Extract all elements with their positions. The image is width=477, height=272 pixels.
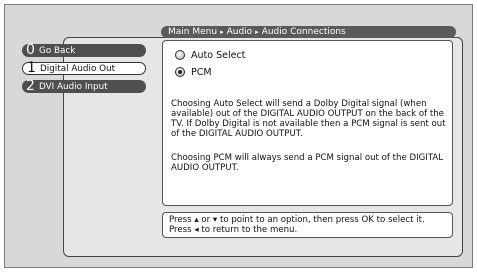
breadcrumb-audio-connections: Audio Connections (261, 27, 346, 37)
option-label: Auto Select (191, 49, 246, 61)
option-auto-select[interactable]: Auto Select (175, 48, 245, 62)
breadcrumb: Main Menu ▸ Audio ▸ Audio Connections (161, 26, 456, 38)
breadcrumb-main-menu: Main Menu (168, 27, 218, 37)
radio-button-icon[interactable] (175, 50, 185, 60)
breadcrumb-audio: Audio (226, 27, 253, 37)
breadcrumb-separator: ▸ (220, 28, 224, 36)
menu-item-go-back[interactable]: 0 Go Back (22, 42, 146, 58)
menu-item-number: 1 (27, 60, 36, 76)
menu-item-dvi-audio-input[interactable]: 2 DVI Audio Input (22, 78, 146, 94)
breadcrumb-separator: ▸ (255, 28, 259, 36)
description-auto-select: Choosing Auto Select will send a Dolby D… (171, 99, 446, 139)
menu-item-label: Digital Audio Out (40, 63, 116, 74)
menu-item-number: 0 (26, 42, 35, 58)
option-pcm[interactable]: PCM (175, 65, 212, 79)
option-label: PCM (191, 66, 212, 78)
menu-item-label: Go Back (39, 45, 76, 56)
radio-button-selected-icon[interactable] (175, 67, 185, 77)
content-panel: Auto Select PCM Choosing Auto Select wil… (162, 40, 453, 206)
menu-item-digital-audio-out[interactable]: 1 Digital Audio Out (22, 60, 146, 76)
menu-item-number: 2 (26, 78, 35, 94)
description-pcm: Choosing PCM will always send a PCM sign… (171, 153, 444, 173)
menu-item-label: DVI Audio Input (39, 81, 108, 92)
help-hint: Press ▴ or ▾ to point to an option, then… (162, 212, 453, 238)
